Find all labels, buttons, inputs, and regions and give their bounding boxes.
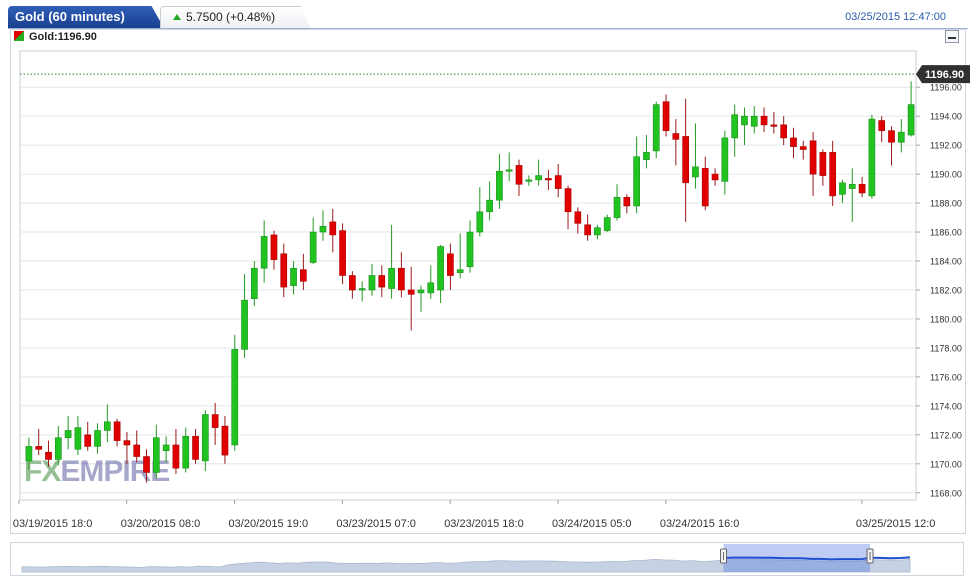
chart-window: Gold (60 minutes) 5.7500 (+0.48%) 03/25/… [0, 0, 976, 585]
navigator-chart[interactable] [0, 0, 976, 585]
